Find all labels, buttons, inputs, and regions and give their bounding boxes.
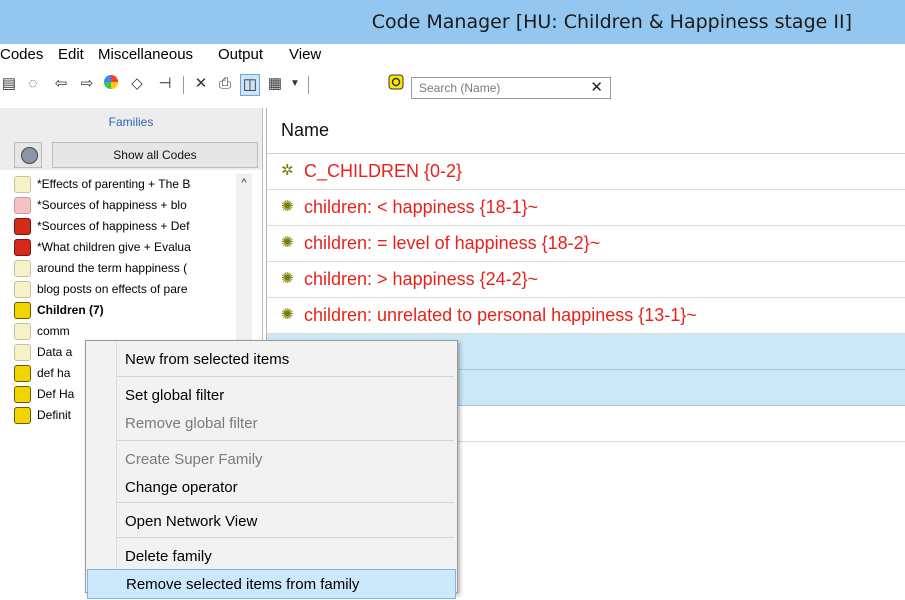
family-context-menu: New from selected items Set global filter…	[85, 340, 458, 599]
menu-item-label: Delete family	[125, 548, 212, 565]
code-label: children: = level of happiness {18-2}~	[304, 233, 601, 253]
family-label: *Sources of happiness + Def	[37, 219, 190, 233]
code-family-icon	[14, 407, 31, 424]
color-wheel-icon[interactable]	[102, 74, 120, 94]
code-label: C_CHILDREN {0-2}	[304, 161, 463, 181]
menu-separator	[117, 537, 454, 538]
menu-codes[interactable]: Codes	[0, 44, 43, 66]
menu-item-set-global-filter[interactable]: Set global filter	[87, 381, 456, 411]
family-list-item[interactable]: comm	[0, 321, 250, 342]
delete-icon[interactable]: ✕	[192, 74, 210, 94]
code-family-icon	[14, 239, 31, 256]
code-row[interactable]: ✺ children: = level of happiness {18-2}~	[267, 226, 905, 262]
family-list-item[interactable]: *Sources of happiness + blo	[0, 195, 250, 216]
comment-icon[interactable]: ◌	[24, 74, 42, 94]
name-column-label: Name	[281, 120, 330, 140]
menu-bar: Codes Edit Miscellaneous Output View	[0, 44, 905, 66]
menu-item-label: Remove global filter	[125, 415, 258, 432]
code-row[interactable]: ✲ C_CHILDREN {0-2}	[267, 154, 905, 190]
code-family-icon	[14, 365, 31, 382]
dropdown-icon[interactable]: ▼	[286, 74, 304, 94]
code-family-icon	[14, 302, 31, 319]
code-label: children: > happiness {24-2}~	[304, 269, 539, 289]
print-icon[interactable]: ⎙	[216, 74, 234, 94]
code-family-icon: ✺	[281, 306, 294, 323]
menu-miscellaneous[interactable]: Miscellaneous	[98, 44, 193, 66]
families-tools: Show all Codes	[0, 140, 262, 170]
window-title: Code Manager [HU: Children & Happiness s…	[371, 11, 852, 33]
search-placeholder: Search (Name)	[419, 81, 501, 95]
menu-separator	[117, 440, 454, 441]
menu-item-remove-selected-items-from-family[interactable]: Remove selected items from family	[87, 569, 456, 599]
toolbar-divider	[308, 76, 309, 94]
code-family-icon: ✺	[281, 198, 294, 215]
family-label: *Effects of parenting + The B	[37, 177, 191, 191]
star-code-icon: ✲	[281, 162, 294, 179]
menu-item-new-from-selected-items[interactable]: New from selected items	[87, 345, 456, 375]
menu-item-label: New from selected items	[125, 351, 290, 368]
title-bar: Code Manager [HU: Children & Happiness s…	[0, 0, 905, 44]
menu-separator	[117, 376, 454, 377]
single-pane-icon[interactable]: ◫	[240, 74, 260, 96]
code-label: children: unrelated to personal happines…	[304, 305, 697, 325]
code-family-icon	[14, 197, 31, 214]
family-list-item[interactable]: *Sources of happiness + Def	[0, 216, 250, 237]
back-arrow-icon[interactable]: ⇦	[52, 74, 70, 94]
menu-item-change-operator[interactable]: Change operator	[87, 473, 456, 503]
code-family-icon	[14, 260, 31, 277]
code-family-icon	[14, 281, 31, 298]
menu-item-create-super-family: Create Super Family	[87, 445, 456, 475]
menu-view[interactable]: View	[289, 44, 321, 66]
family-list-item[interactable]: blog posts on effects of pare	[0, 279, 250, 300]
menu-item-label: Open Network View	[125, 513, 258, 530]
code-family-icon	[14, 176, 31, 193]
families-title: Families	[108, 115, 154, 129]
family-label: *Sources of happiness + blo	[37, 198, 187, 212]
menu-item-label: Change operator	[125, 479, 238, 496]
show-all-codes-button[interactable]: Show all Codes	[52, 142, 258, 168]
toolbar-divider	[183, 76, 184, 94]
menu-output[interactable]: Output	[218, 44, 263, 66]
family-label: comm	[37, 324, 70, 338]
network-icon[interactable]: ⊣	[156, 74, 174, 94]
code-family-icon: ✺	[281, 234, 294, 251]
family-list-item[interactable]: Children (7)	[0, 300, 250, 321]
family-label: around the term happiness (	[37, 261, 188, 275]
code-family-icon: ✺	[281, 270, 294, 287]
family-list-item[interactable]: around the term happiness (	[0, 258, 250, 279]
toolbar: ▤ ◌ ⇦ ⇨ ◇ ⊣ ✕ ⎙ ◫ ▦ ▼ Search (Name) ✕	[0, 66, 905, 108]
menu-item-open-network-view[interactable]: Open Network View	[87, 507, 456, 537]
code-family-icon	[14, 218, 31, 235]
family-list-item[interactable]: *Effects of parenting + The B	[0, 174, 250, 195]
code-icon[interactable]	[387, 74, 405, 94]
families-header: Families	[0, 108, 262, 140]
clear-search-icon[interactable]: ✕	[590, 78, 603, 98]
menu-item-label: Create Super Family	[125, 451, 263, 468]
family-label: *What children give + Evalua	[37, 240, 191, 254]
search-field[interactable]: Search (Name) ✕	[411, 77, 611, 99]
code-family-icon	[14, 323, 31, 340]
menu-edit[interactable]: Edit	[58, 44, 84, 66]
code-family-icon	[14, 344, 31, 361]
family-filter-icon	[21, 147, 38, 164]
new-code-icon[interactable]: ▤	[0, 74, 18, 94]
family-list-item[interactable]: *What children give + Evalua	[0, 237, 250, 258]
menu-item-delete-family[interactable]: Delete family	[87, 542, 456, 572]
forward-arrow-icon[interactable]: ⇨	[78, 74, 96, 94]
menu-item-label: Set global filter	[125, 387, 225, 404]
code-filter-icon[interactable]: ◇	[128, 74, 146, 94]
code-row[interactable]: ✺ children: > happiness {24-2}~	[267, 262, 905, 298]
code-row[interactable]: ✺ children: unrelated to personal happine…	[267, 298, 905, 334]
menu-item-label: Remove selected items from family	[126, 576, 360, 593]
code-family-icon	[14, 386, 31, 403]
family-label: blog posts on effects of pare	[37, 282, 188, 296]
family-label: Children (7)	[37, 303, 104, 317]
families-options-button[interactable]	[14, 142, 42, 168]
scroll-up-icon[interactable]: ^	[238, 176, 250, 190]
menu-item-remove-global-filter: Remove global filter	[87, 409, 456, 439]
name-column-header[interactable]: Name	[267, 108, 905, 154]
code-label: children: < happiness {18-1}~	[304, 197, 539, 217]
list-view-icon[interactable]: ▦	[266, 74, 284, 94]
code-row[interactable]: ✺ children: < happiness {18-1}~	[267, 190, 905, 226]
